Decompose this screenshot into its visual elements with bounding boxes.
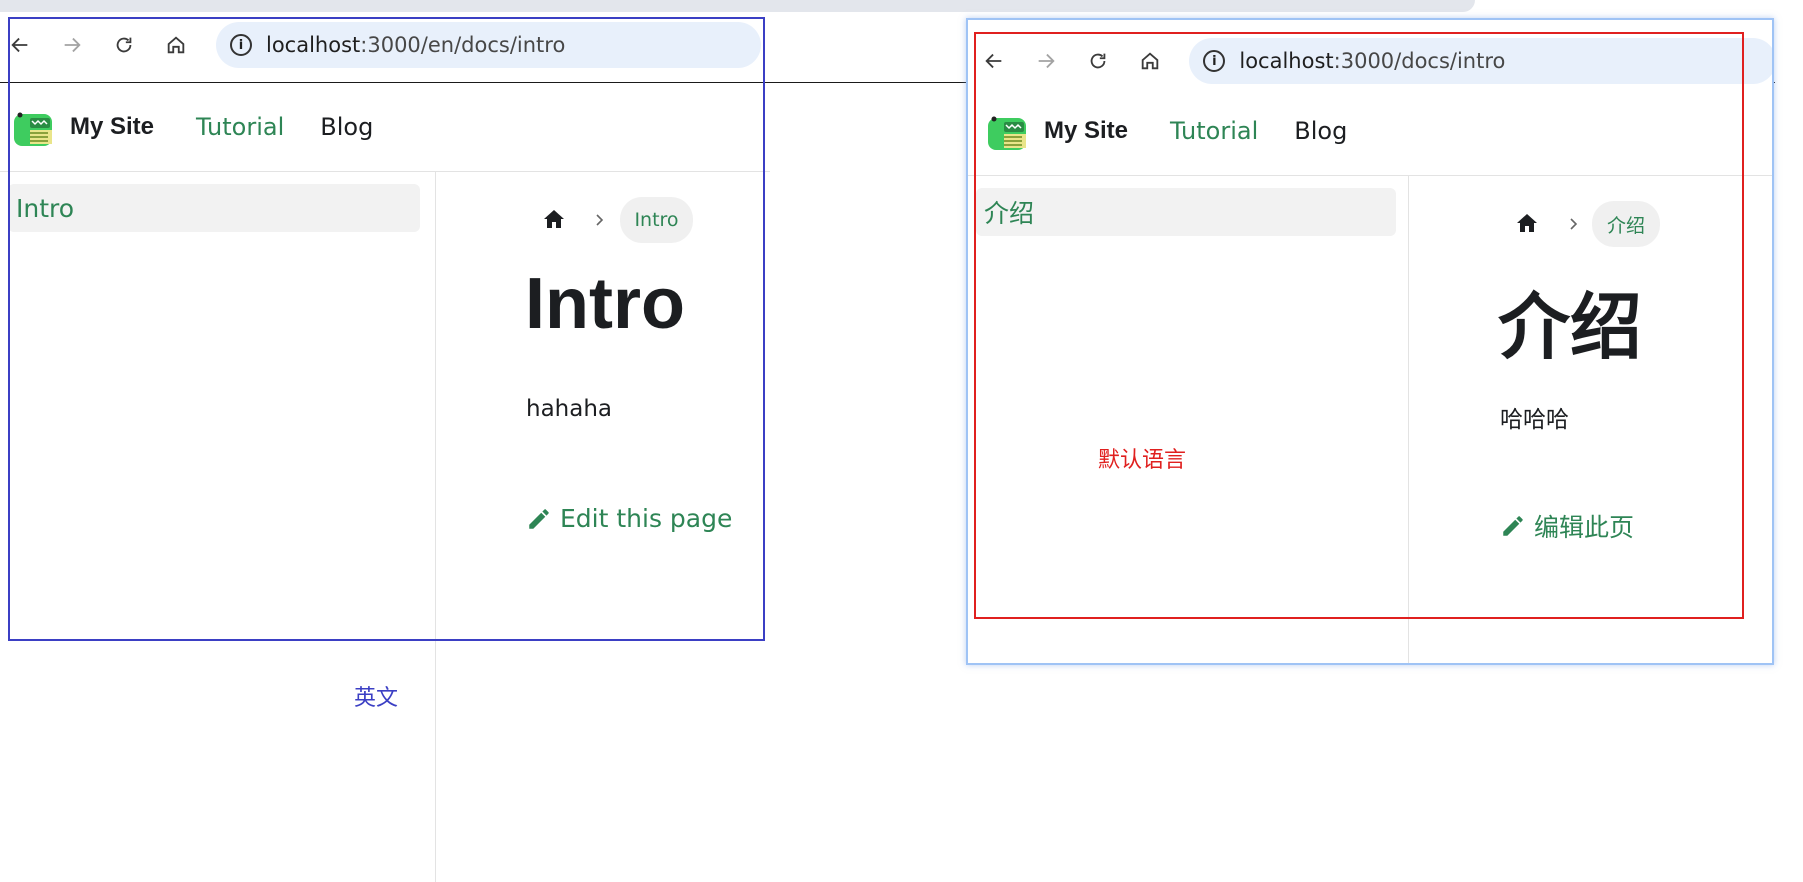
left-annotation-label: 英文 — [354, 686, 399, 711]
left-annotation-frame — [8, 17, 765, 641]
right-annotation-label: 默认语言 — [1098, 448, 1187, 473]
tab-strip — [0, 0, 1475, 12]
right-annotation-frame — [974, 32, 1744, 619]
